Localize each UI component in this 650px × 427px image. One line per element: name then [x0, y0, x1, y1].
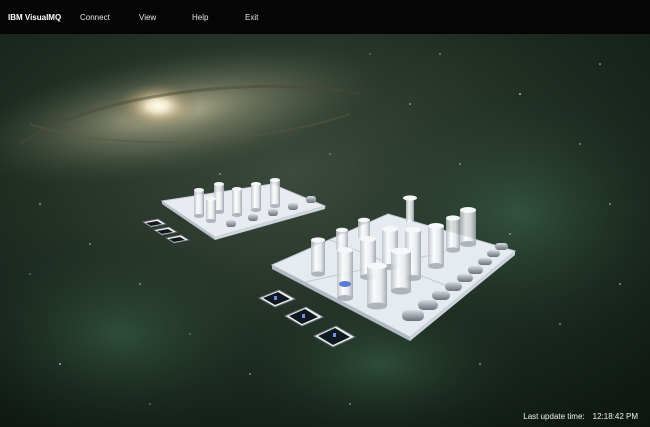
queue-cylinder-icon[interactable]	[358, 217, 370, 238]
queue-cylinder-icon[interactable]	[337, 247, 353, 301]
menu-exit[interactable]: Exit	[245, 13, 258, 22]
visualization-canvas[interactable]	[0, 34, 650, 427]
queue-cylinder-icon[interactable]	[194, 188, 204, 218]
queue-cylinder-icon[interactable]	[270, 178, 280, 208]
queue-cylinder-icon[interactable]	[446, 215, 460, 253]
queue-cylinder-icon[interactable]	[311, 237, 325, 277]
menu-connect[interactable]: Connect	[80, 13, 110, 22]
queue-cylinder-icon[interactable]	[336, 227, 348, 250]
queue-cylinder-icon[interactable]	[391, 247, 411, 295]
queue-cylinder-icon[interactable]	[460, 207, 476, 247]
queue-cylinder-icon[interactable]	[206, 197, 216, 223]
last-update-label: Last update time:	[523, 412, 585, 421]
queue-cylinder-icon[interactable]	[367, 262, 387, 310]
scene-svg	[0, 34, 650, 427]
last-update-time: 12:18:42 PM	[592, 412, 638, 421]
app-title: IBM VisualMQ	[8, 12, 62, 22]
menu-help[interactable]: Help	[192, 13, 208, 22]
queue-cylinder-icon[interactable]	[251, 182, 261, 212]
status-bar: Last update time: 12:18:42 PM	[523, 412, 638, 421]
queue-cylinder-icon[interactable]	[232, 187, 242, 217]
menu-bar: IBM VisualMQ Connect View Help Exit	[0, 0, 650, 34]
menu-view[interactable]: View	[139, 13, 156, 22]
queue-cylinder-icon[interactable]	[428, 223, 444, 269]
